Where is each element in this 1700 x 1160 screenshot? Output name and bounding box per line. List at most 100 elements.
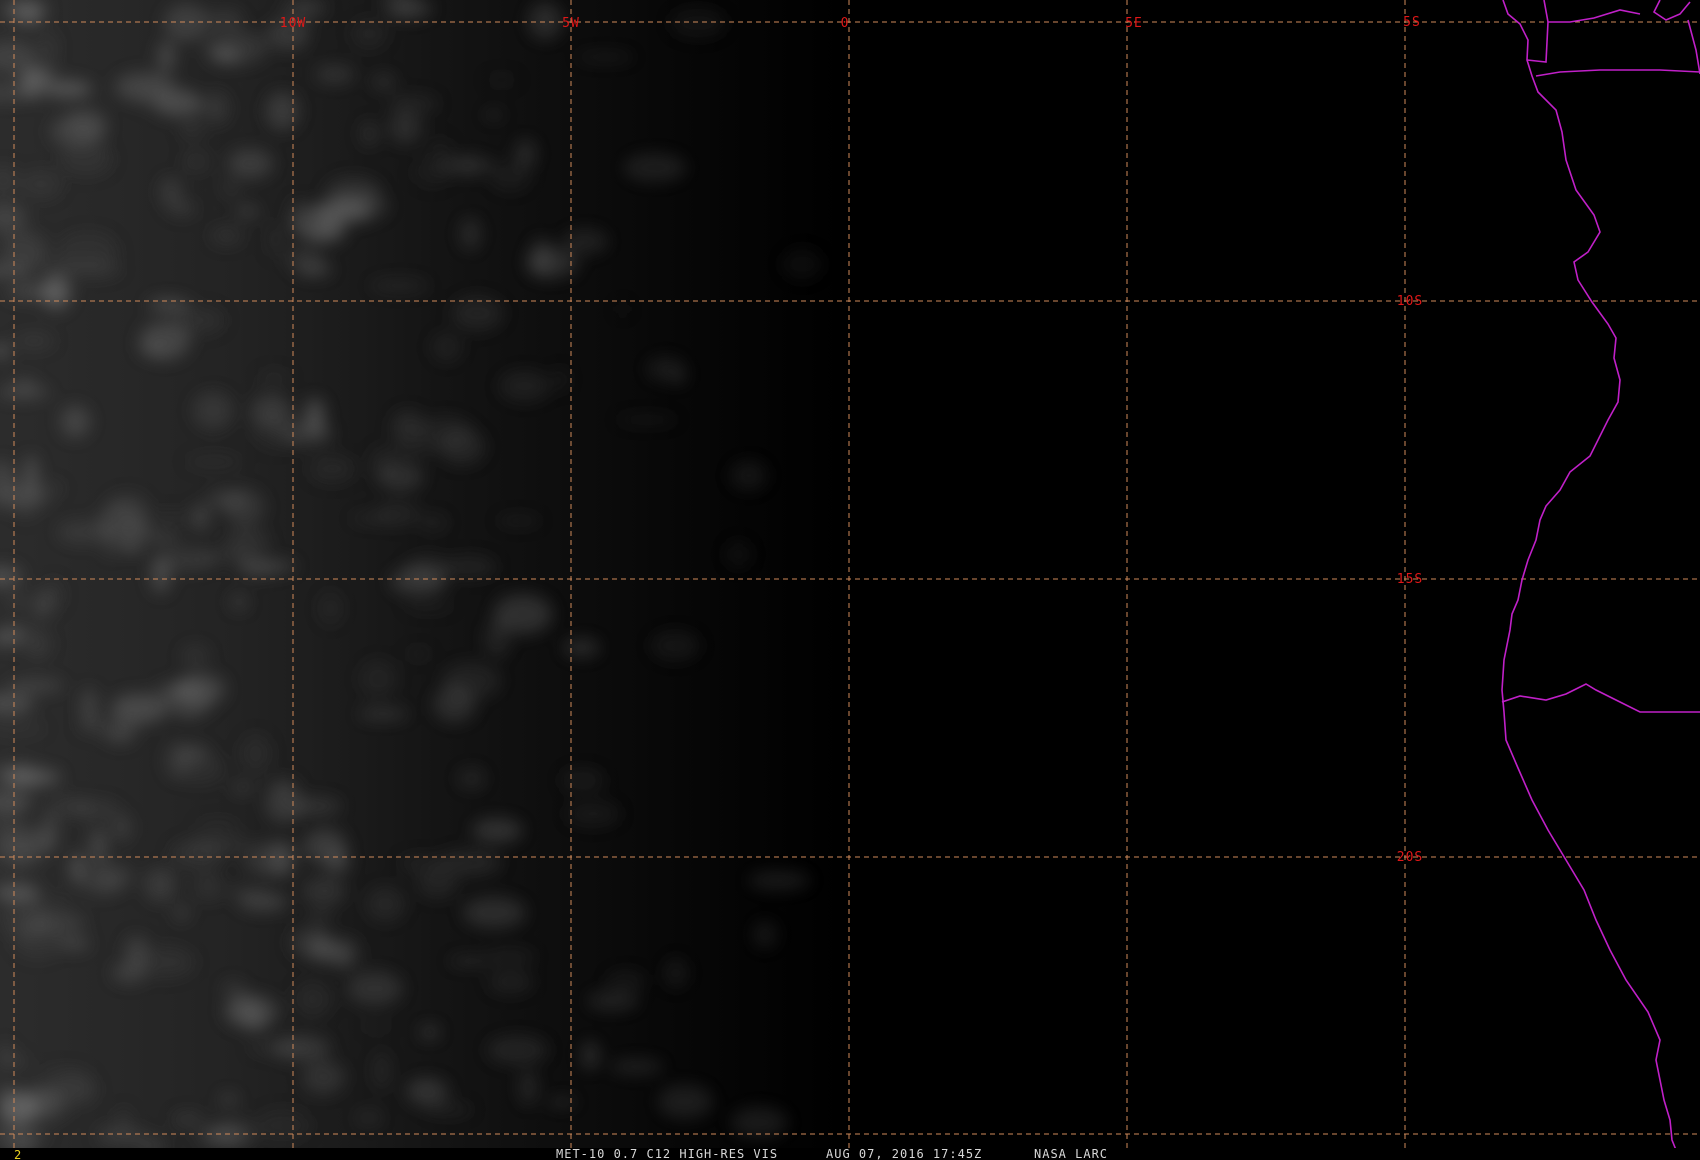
cloud-texture	[373, 1050, 391, 1091]
country-border-south	[1501, 683, 1700, 713]
cloud-texture	[561, 768, 605, 793]
cloud-texture	[208, 489, 246, 511]
cloud-texture	[7, 679, 64, 693]
cloud-texture	[403, 600, 455, 612]
cloud-texture	[39, 31, 57, 66]
cloud-texture	[458, 768, 485, 790]
cloud-texture	[293, 980, 333, 1019]
cloud-texture	[487, 949, 536, 965]
cloud-texture	[484, 110, 504, 120]
cloud-texture	[231, 782, 255, 794]
lon-label-10w: 10W	[280, 16, 306, 31]
cloud-texture	[48, 797, 92, 815]
cloud-texture	[0, 789, 20, 819]
cloud-texture	[407, 649, 431, 659]
cloud-texture	[419, 1025, 440, 1039]
cloud-texture	[438, 428, 486, 465]
cloud-texture	[624, 153, 687, 182]
cloud-texture	[360, 1020, 392, 1031]
cloud-texture	[59, 142, 112, 176]
cloud-texture	[575, 52, 635, 63]
cloud-texture	[272, 1035, 331, 1061]
cloud-texture	[310, 199, 372, 224]
cloud-texture	[298, 263, 332, 276]
cloud-texture	[616, 302, 629, 316]
cloud-texture	[239, 892, 288, 912]
product-label: MET-10 0.7 C12 HIGH-RES VIS	[556, 1147, 778, 1160]
cloud-texture	[515, 139, 536, 169]
cloud-texture	[0, 231, 48, 270]
cloud-texture	[214, 48, 241, 62]
cloud-texture	[105, 727, 135, 744]
cloud-texture	[361, 121, 378, 147]
cloud-texture	[747, 870, 811, 891]
cloud-texture	[319, 591, 342, 626]
cloud-texture	[499, 370, 551, 402]
cloud-texture	[554, 367, 568, 392]
cloud-texture	[372, 74, 396, 90]
satellite-map-svg: 10W 5W 0 5E 5S 10S 15S 20S 2 MET-10 0.7 …	[0, 0, 1700, 1160]
cloud-texture	[496, 515, 542, 527]
cloud-texture	[158, 86, 192, 101]
cloud-texture	[326, 849, 350, 874]
cloud-texture	[144, 867, 177, 903]
cloud-texture	[650, 630, 700, 661]
cloud-texture	[725, 540, 752, 569]
cloud-texture	[416, 868, 459, 899]
cloud-texture	[610, 1058, 664, 1075]
cloud-texture	[518, 1069, 538, 1106]
cloud-texture	[315, 65, 355, 84]
cloud-texture	[173, 904, 190, 921]
cloud-texture	[265, 91, 300, 131]
cloud-texture	[305, 221, 345, 243]
cloud-texture	[20, 169, 63, 200]
cloud-texture	[173, 1112, 203, 1127]
cloud-texture	[331, 941, 353, 966]
cloud-texture	[164, 3, 210, 42]
cloud-texture	[563, 638, 600, 657]
cloud-texture	[257, 370, 291, 386]
cloud-texture	[487, 970, 534, 995]
cloud-texture	[136, 946, 196, 979]
cloud-texture	[530, 237, 553, 277]
cloud-texture	[664, 957, 688, 989]
cloud-texture	[253, 1108, 312, 1142]
cloud-texture	[484, 74, 520, 86]
cloud-texture	[581, 1041, 599, 1070]
cloud-texture	[463, 897, 526, 929]
cloud-texture	[419, 514, 449, 531]
cloud-texture	[351, 18, 388, 50]
cloud-texture	[528, 2, 563, 40]
cloud-texture	[347, 971, 403, 1006]
cloud-texture	[43, 80, 93, 98]
cloud-texture	[308, 454, 356, 483]
cloud-texture	[606, 970, 647, 992]
cloud-texture	[41, 273, 71, 310]
cloud-texture	[0, 900, 53, 940]
cloud-texture	[152, 547, 217, 573]
cloud-texture	[448, 956, 494, 966]
cloud-texture	[672, 371, 686, 385]
cloud-texture	[120, 542, 143, 552]
cloud-texture	[166, 679, 212, 719]
cloud-texture	[184, 453, 243, 470]
cloud-texture	[240, 734, 271, 773]
cloud-texture	[106, 492, 149, 523]
cloud-texture	[13, 332, 55, 350]
lon-label-5w: 5W	[562, 16, 580, 31]
cloud-texture	[198, 1125, 244, 1146]
cloud-texture	[194, 819, 241, 832]
cloud-texture	[120, 523, 152, 537]
satellite-map-view[interactable]: 10W 5W 0 5E 5S 10S 15S 20S 2 MET-10 0.7 …	[0, 0, 1700, 1160]
lon-label-0: 0	[841, 16, 850, 31]
cloud-texture	[355, 1109, 383, 1126]
lat-label-5s: 5S	[1403, 15, 1421, 30]
cloud-texture	[425, 1103, 473, 1116]
cloud-texture	[302, 875, 346, 907]
cloud-texture	[96, 1125, 144, 1146]
cloud-texture	[10, 839, 30, 868]
cloud-texture	[565, 801, 621, 827]
cloud-texture	[460, 217, 481, 251]
lat-label-15s: 15S	[1397, 572, 1423, 587]
cloud-texture	[388, 94, 439, 113]
